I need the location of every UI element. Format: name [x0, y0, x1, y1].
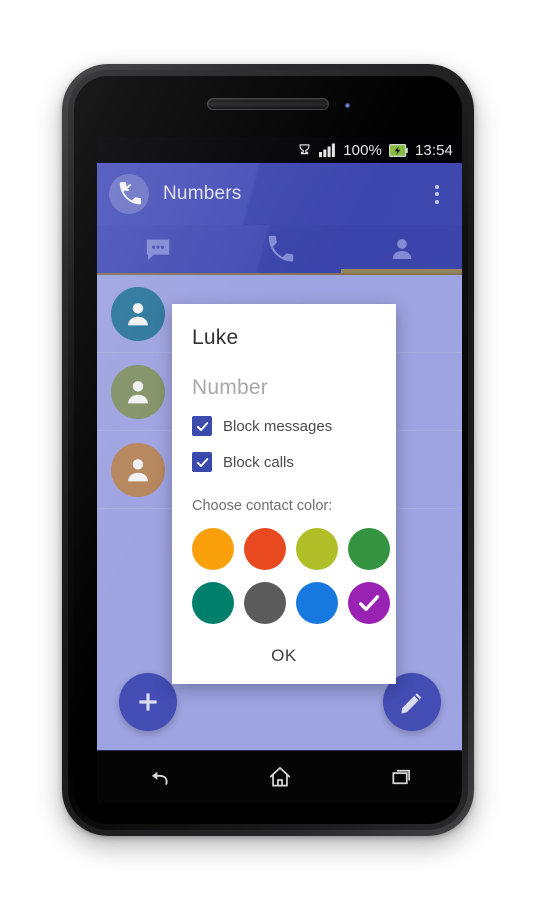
block-messages-label: Block messages — [223, 417, 333, 435]
checkbox-checked-icon[interactable] — [192, 452, 212, 472]
choose-color-label: Choose contact color: — [192, 498, 333, 514]
back-arrow-icon — [152, 771, 168, 785]
block-messages-checkbox-row[interactable]: Block messages — [192, 416, 376, 436]
edit-contact-dialog: Luke Number Block messages Block calls C… — [172, 304, 396, 684]
contact-number-input[interactable]: Number — [192, 376, 376, 400]
block-calls-checkbox-row[interactable]: Block calls — [192, 452, 376, 472]
home-icon — [269, 767, 291, 787]
android-nav-bar — [97, 750, 462, 803]
phone-device-frame: 100% 13:54 Numbers Luke Number Block mes… — [62, 64, 474, 836]
notification-led — [345, 103, 350, 108]
color-swatch-teal[interactable] — [192, 582, 234, 624]
recent-apps-icon — [392, 769, 411, 785]
nav-home-button[interactable] — [250, 755, 310, 799]
color-swatch-green[interactable] — [348, 528, 390, 570]
nav-recents-button[interactable] — [372, 755, 432, 799]
color-swatch-yellow-green[interactable] — [296, 528, 338, 570]
color-swatch-blue[interactable] — [296, 582, 338, 624]
earpiece-speaker-grille — [207, 98, 329, 110]
phone-screen: 100% 13:54 Numbers Luke Number Block mes… — [97, 137, 462, 803]
checkbox-checked-icon[interactable] — [192, 416, 212, 436]
color-picker-grid — [192, 528, 390, 624]
ok-button[interactable]: OK — [192, 646, 376, 666]
color-swatch-purple-selected[interactable] — [348, 582, 390, 624]
nav-back-button[interactable] — [128, 755, 188, 799]
color-swatch-red-orange[interactable] — [244, 528, 286, 570]
phone-glass: 100% 13:54 Numbers Luke Number Block mes… — [74, 76, 462, 824]
color-swatch-gray[interactable] — [244, 582, 286, 624]
contact-name-input[interactable]: Luke — [192, 326, 376, 354]
color-swatch-orange[interactable] — [192, 528, 234, 570]
check-icon — [358, 595, 380, 611]
block-calls-label: Block calls — [223, 453, 294, 471]
